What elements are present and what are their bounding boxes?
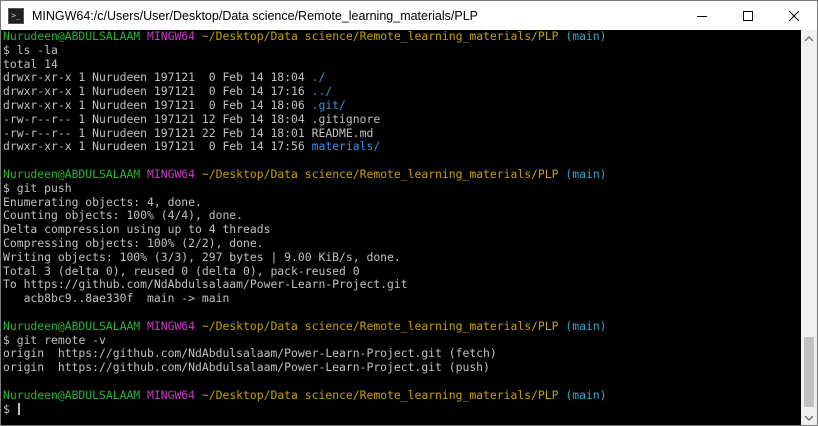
- prompt-user-host: Nurudeen@ABDULSALAAM: [3, 387, 141, 402]
- prompt-branch: (main): [565, 30, 607, 43]
- directory-name: ./: [311, 70, 326, 85]
- output-text: acb8bc9..8ae330f main -> main: [3, 291, 230, 306]
- prompt-branch: (main): [565, 166, 607, 181]
- prompt-line: Nurudeen@ABDULSALAAM MINGW64 ~/Desktop/D…: [3, 30, 801, 44]
- output-text: origin https://github.com/NdAbdulsalaam/…: [3, 360, 490, 375]
- vertical-scrollbar[interactable]: [801, 30, 817, 425]
- prompt-shell: MINGW64: [147, 318, 196, 333]
- output-line: -rw-r--r-- 1 Nurudeen 197121 12 Feb 14 1…: [3, 111, 801, 127]
- close-icon: [789, 10, 799, 21]
- prompt-symbol: $: [3, 401, 10, 416]
- output-line: drwxr-xr-x 1 Nurudeen 197121 0 Feb 14 17…: [3, 84, 801, 99]
- terminal-app-icon[interactable]: >_: [8, 7, 24, 24]
- directory-name: materials/: [311, 139, 381, 154]
- directory-name: .git/: [311, 97, 346, 112]
- output-line: Compressing objects: 100% (2/2), done.: [3, 235, 801, 251]
- close-button[interactable]: [771, 1, 817, 30]
- output-text: Compressing objects: 100% (2/2), done.: [3, 235, 264, 250]
- window-controls: [679, 1, 817, 30]
- directory-name: ../: [311, 84, 333, 99]
- prompt-path: ~/Desktop/Data science/Remote_learning_m…: [201, 387, 559, 402]
- maximize-button[interactable]: [725, 1, 771, 30]
- output-text: -rw-r--r-- 1 Nurudeen 197121 22 Feb 14 1…: [3, 125, 312, 140]
- output-text: total 14: [3, 56, 58, 71]
- output-text: Writing objects: 100% (3/3), 297 bytes |…: [3, 249, 401, 264]
- active-command-line[interactable]: $: [3, 401, 801, 417]
- prompt-line: Nurudeen@ABDULSALAAM MINGW64 ~/Desktop/D…: [3, 166, 801, 182]
- output-line: Total 3 (delta 0), reused 0 (delta 0), p…: [3, 263, 801, 279]
- command-line: $ git push: [3, 180, 801, 196]
- output-text: origin https://github.com/NdAbdulsalaam/…: [3, 346, 497, 361]
- output-text: Enumerating objects: 4, done.: [3, 194, 202, 209]
- chevron-down-icon: [805, 415, 813, 421]
- prompt-symbol: $: [3, 42, 10, 57]
- output-line: -rw-r--r-- 1 Nurudeen 197121 22 Feb 14 1…: [3, 125, 801, 141]
- command-text: git remote -v: [16, 332, 106, 347]
- file-name: README.md: [311, 125, 374, 140]
- output-line: origin https://github.com/NdAbdulsalaam/…: [3, 360, 801, 375]
- output-line: total 14: [3, 56, 801, 72]
- command-line: $ ls -la: [3, 42, 801, 58]
- output-line: acb8bc9..8ae330f main -> main: [3, 291, 801, 306]
- command-line: $ git remote -v: [3, 332, 801, 348]
- output-text: Counting objects: 100% (4/4), done.: [3, 208, 244, 223]
- prompt-branch: (main): [565, 318, 607, 333]
- terminal-app-icon-glyph: >_: [11, 10, 21, 20]
- output-line: origin https://github.com/NdAbdulsalaam/…: [3, 346, 801, 361]
- prompt-user-host: Nurudeen@ABDULSALAAM: [3, 166, 141, 181]
- scrollbar-thumb[interactable]: [804, 337, 814, 407]
- minimize-icon: [697, 15, 707, 17]
- output-text: -rw-r--r-- 1 Nurudeen 197121 12 Feb 14 1…: [3, 111, 312, 126]
- prompt-symbol: $: [3, 180, 10, 195]
- prompt-shell: MINGW64: [147, 30, 196, 43]
- prompt-path: ~/Desktop/Data science/Remote_learning_m…: [201, 166, 559, 181]
- prompt-branch: (main): [565, 387, 607, 402]
- command-text: ls -la: [16, 42, 58, 57]
- title-bar[interactable]: >_ MINGW64:/c/Users/User/Desktop/Data sc…: [1, 1, 817, 30]
- prompt-symbol: $: [3, 332, 10, 347]
- output-line: Delta compression using up to 4 threads: [3, 222, 801, 237]
- terminal-output[interactable]: Nurudeen@ABDULSALAAM MINGW64 ~/Desktop/D…: [1, 30, 801, 425]
- text-cursor: [17, 402, 20, 415]
- prompt-path: ~/Desktop/Data science/Remote_learning_m…: [201, 318, 559, 333]
- command-text: git push: [16, 180, 72, 195]
- output-text: drwxr-xr-x 1 Nurudeen 197121 0 Feb 14 18…: [3, 97, 312, 112]
- window-title: MINGW64:/c/Users/User/Desktop/Data scien…: [32, 8, 479, 23]
- file-name: .gitignore: [311, 111, 381, 126]
- maximize-icon: [743, 10, 753, 21]
- output-line: drwxr-xr-x 1 Nurudeen 197121 0 Feb 14 18…: [3, 70, 801, 85]
- prompt-line: Nurudeen@ABDULSALAAM MINGW64 ~/Desktop/D…: [3, 387, 801, 403]
- output-line: drwxr-xr-x 1 Nurudeen 197121 0 Feb 14 17…: [3, 139, 801, 154]
- output-line: Enumerating objects: 4, done.: [3, 194, 801, 210]
- output-text: To https://github.com/NdAbdulsalaam/Powe…: [3, 277, 408, 292]
- output-text: drwxr-xr-x 1 Nurudeen 197121 0 Feb 14 17…: [3, 139, 312, 154]
- terminal-window: >_ MINGW64:/c/Users/User/Desktop/Data sc…: [0, 0, 818, 426]
- prompt-user-host: Nurudeen@ABDULSALAAM: [3, 30, 141, 43]
- output-line: drwxr-xr-x 1 Nurudeen 197121 0 Feb 14 18…: [3, 97, 801, 113]
- prompt-shell: MINGW64: [147, 387, 196, 402]
- minimize-button[interactable]: [679, 1, 725, 30]
- output-line: Counting objects: 100% (4/4), done.: [3, 208, 801, 223]
- output-line: To https://github.com/NdAbdulsalaam/Powe…: [3, 277, 801, 292]
- chevron-up-icon: [805, 35, 813, 41]
- output-text: drwxr-xr-x 1 Nurudeen 197121 0 Feb 14 17…: [3, 84, 312, 99]
- scroll-up-button[interactable]: [801, 30, 817, 46]
- output-text: Total 3 (delta 0), reused 0 (delta 0), p…: [3, 263, 360, 278]
- prompt-user-host: Nurudeen@ABDULSALAAM: [3, 318, 141, 333]
- prompt-shell: MINGW64: [147, 166, 196, 181]
- prompt-path: ~/Desktop/Data science/Remote_learning_m…: [201, 30, 559, 43]
- output-line: Writing objects: 100% (3/3), 297 bytes |…: [3, 249, 801, 265]
- prompt-line: Nurudeen@ABDULSALAAM MINGW64 ~/Desktop/D…: [3, 318, 801, 334]
- output-text: Delta compression using up to 4 threads: [3, 222, 271, 237]
- output-text: drwxr-xr-x 1 Nurudeen 197121 0 Feb 14 18…: [3, 70, 312, 85]
- scroll-down-button[interactable]: [801, 410, 817, 425]
